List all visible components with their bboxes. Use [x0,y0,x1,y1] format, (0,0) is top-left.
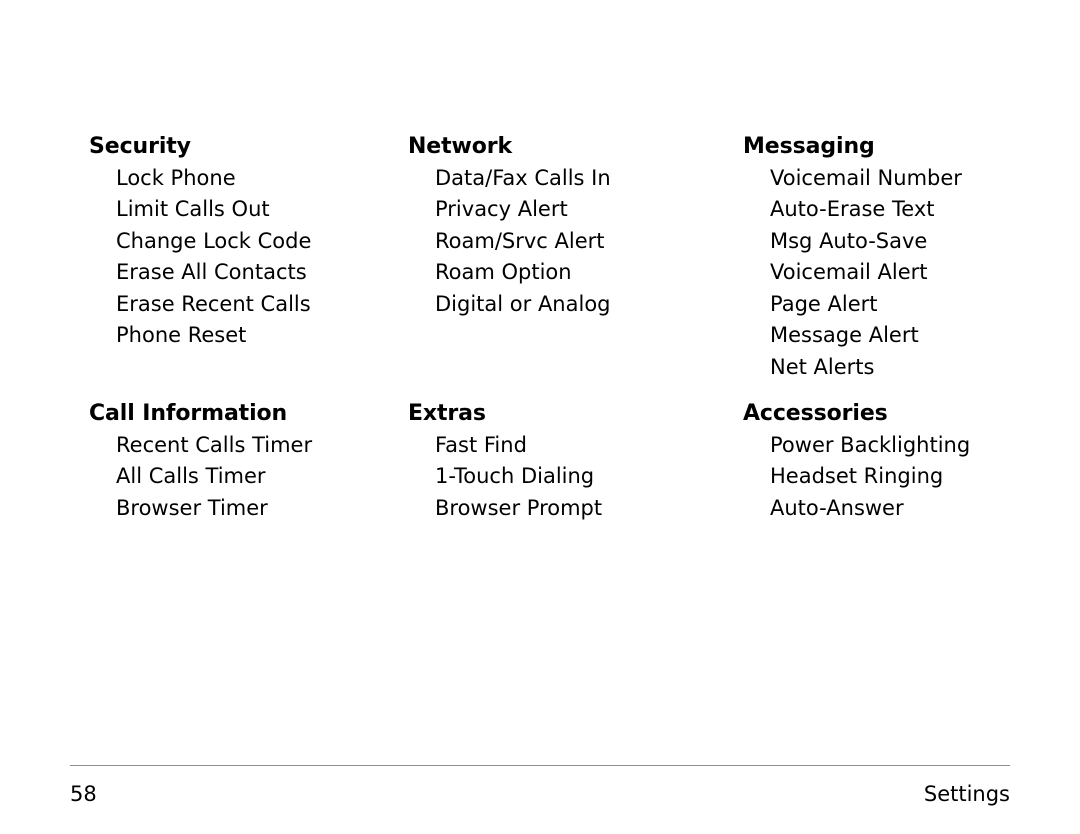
menu-item: Erase Recent Calls [116,291,311,316]
section-heading: Accessories [743,401,888,426]
menu-section: Accessories Power Backlighting Headset Rin… [743,398,1049,524]
menu-item: All Calls Timer [116,464,266,488]
menu-item: Message Alert [770,323,919,347]
section-heading: Security [89,134,191,159]
menu-item: Auto-Erase Text [770,197,935,221]
menu-item: Msg Auto-Save [770,228,928,253]
page-footer: 58 Settings [70,765,1010,809]
section-item-list: Recent Calls Timer All Calls Timer Browser… [89,430,408,525]
menu-section: Messaging Voicemail Number Auto-Erase Text… [743,131,1049,398]
menu-item: Fast Find [435,432,527,457]
footer-divider [70,765,1010,766]
menu-section: Security Lock Phone Limit Calls Out Change … [89,131,408,398]
menu-item: Change Lock Code [116,228,312,253]
menu-item: Roam/Srvc Alert [435,228,605,253]
menu-section: Extras Fast Find 1-Touch Dialing Browser Pr… [408,398,743,524]
section-item-list: Data/Fax Calls In Privacy Alert Roam/Srvc … [408,163,743,321]
menu-item: Lock Phone [116,165,236,190]
menu-item: Roam Option [435,260,572,284]
menu-item: Headset Ringing [770,464,944,488]
menu-item: Recent Calls Timer [116,432,313,457]
manual-page: Security Lock Phone Limit Calls Out Change … [0,0,1080,834]
menu-item: Browser Prompt [435,495,603,520]
menu-item: Phone Reset [116,323,247,347]
menu-item: Power Backlighting [770,432,971,457]
menu-item: Digital or Analog [435,291,611,316]
footer-row: 58 Settings [70,779,1010,809]
menu-item: Voicemail Alert [770,260,928,284]
menu-item: Voicemail Number [770,165,962,190]
menu-item: Net Alerts [770,354,875,379]
section-item-list: Fast Find 1-Touch Dialing Browser Prompt [408,430,743,525]
menu-item: Browser Timer [116,495,268,520]
menu-item: Page Alert [770,291,878,316]
section-heading: Call Information [89,401,288,426]
section-heading: Extras [408,401,486,426]
menu-item: Limit Calls Out [116,197,270,221]
menu-item: Auto-Answer [770,495,904,520]
menu-item: Data/Fax Calls In [435,165,611,190]
footer-chapter-label: Settings [923,782,1010,806]
section-item-list: Voicemail Number Auto-Erase Text Msg Auto-… [743,163,1049,384]
section-heading: Network [408,134,513,159]
settings-menu-grid: Security Lock Phone Limit Calls Out Change … [89,131,1049,524]
section-heading: Messaging [743,134,875,159]
section-item-list: Lock Phone Limit Calls Out Change Lock Cod… [89,163,408,352]
page-number: 58 [70,782,97,806]
menu-item: 1-Touch Dialing [435,464,595,488]
menu-section: Network Data/Fax Calls In Privacy Alert Roa… [408,131,743,398]
section-item-list: Power Backlighting Headset Ringing Auto-An… [743,430,1049,525]
menu-item: Privacy Alert [435,197,568,221]
menu-item: Erase All Contacts [116,260,307,284]
menu-section: Call Information Recent Calls Timer All Ca… [89,398,408,524]
